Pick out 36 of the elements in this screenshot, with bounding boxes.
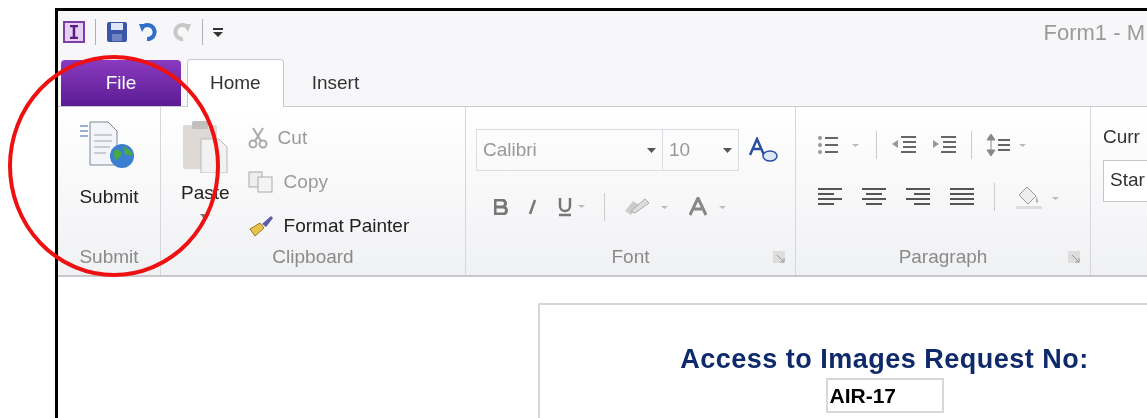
dialog-launcher-icon[interactable] (773, 250, 785, 263)
paintbrush-icon (247, 215, 274, 237)
scissors-icon (247, 127, 268, 149)
app-logo-icon (63, 21, 85, 43)
customize-toolbar-icon[interactable] (213, 26, 223, 38)
justify-icon[interactable] (950, 187, 974, 207)
group-label: Submit (78, 244, 140, 269)
form-heading: Access to Images Request No: (680, 343, 1089, 376)
caret-icon (723, 147, 732, 153)
align-left-icon[interactable] (818, 187, 842, 207)
group-label: Clipboard (271, 245, 355, 269)
underline-icon[interactable] (558, 197, 586, 217)
align-right-icon[interactable] (906, 187, 930, 207)
align-center-icon[interactable] (862, 187, 886, 207)
copy-icon (247, 171, 274, 193)
shading-icon[interactable] (1015, 185, 1061, 209)
file-tab[interactable]: File (61, 60, 181, 106)
undo-icon[interactable] (138, 22, 160, 42)
save-icon[interactable] (106, 21, 128, 43)
window-title: Form1 - M (1043, 18, 1145, 47)
dialog-launcher-icon[interactable] (1068, 250, 1080, 263)
group-label: Paragraph (898, 244, 988, 269)
group-label: Font (611, 244, 650, 269)
caret-icon (647, 147, 656, 153)
group-field-label: Curr (1103, 125, 1141, 149)
clipboard-command[interactable]: Format Painter (247, 209, 410, 243)
increase-indent-icon[interactable] (931, 134, 957, 156)
bold-icon[interactable] (494, 199, 508, 215)
decrease-indent-icon[interactable] (891, 134, 917, 156)
ribbon-tab[interactable]: Insert (289, 60, 382, 106)
request-number-field: AIR-17 (825, 377, 944, 413)
view-dropdown[interactable]: Star (1103, 159, 1147, 202)
clipboard-icon (181, 119, 230, 173)
submit-button[interactable]: Submit (75, 121, 143, 212)
clear-formatting-icon[interactable] (749, 137, 779, 163)
ribbon-tab[interactable]: Home (187, 59, 284, 107)
